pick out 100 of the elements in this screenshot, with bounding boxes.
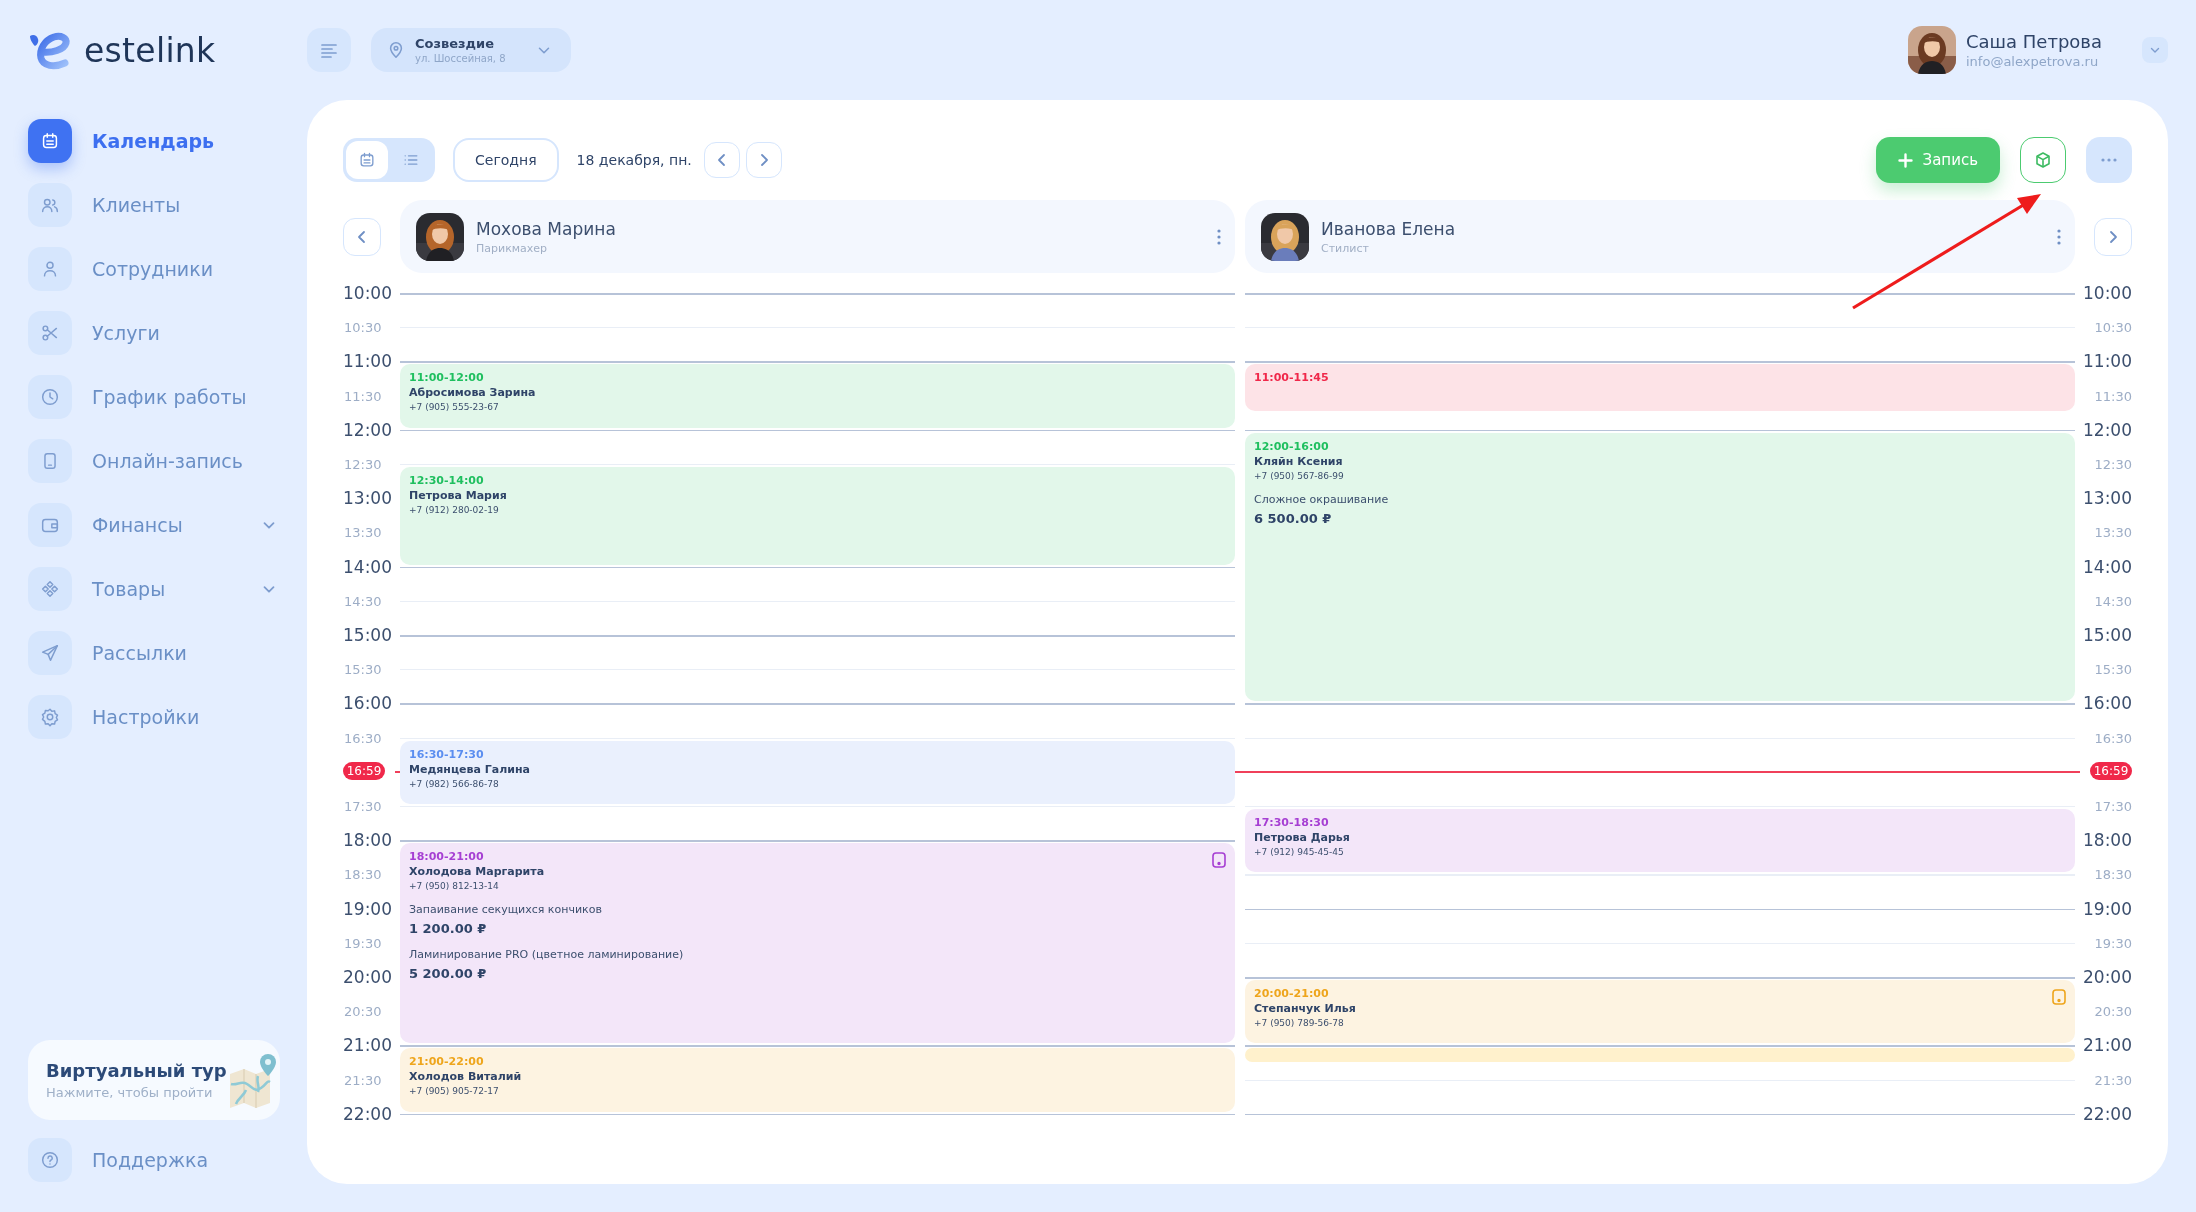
service-price: 6 500.00 ₽ <box>1254 510 1333 526</box>
time-label: 13:30 <box>343 524 383 540</box>
staff-header[interactable]: Иванова Елена Стилист <box>1245 200 2075 273</box>
client-name: Петрова Дарья <box>1254 831 1351 844</box>
time-label: 11:30 <box>343 388 383 404</box>
more-button[interactable] <box>2086 137 2132 183</box>
time-label: 18:30 <box>343 866 383 882</box>
staff-name: Мохова Марина <box>476 218 617 239</box>
next-day-button[interactable] <box>745 142 782 178</box>
appointment-time: 11:00-12:00 <box>409 371 485 385</box>
appointment-card[interactable] <box>1245 1048 2075 1063</box>
time-label: 14:30 <box>343 593 383 609</box>
client-name: Холодов Виталий <box>409 1070 523 1084</box>
time-label: 21:00 <box>2082 1035 2132 1056</box>
calendar-view-button[interactable] <box>346 141 388 179</box>
appointment-time: 17:30-18:30 <box>1254 816 1330 829</box>
kebab-menu-icon[interactable] <box>2057 228 2061 245</box>
gear-icon <box>39 706 61 728</box>
time-label: 20:30 <box>2093 1003 2132 1019</box>
cube-icon <box>2034 151 2052 169</box>
time-label: 18:00 <box>343 830 393 851</box>
staff-role: Стилист <box>1321 241 1370 255</box>
client-phone: +7 (905) 905-72-17 <box>409 1086 500 1097</box>
current-time-badge: 16:59 <box>343 761 385 780</box>
time-label: 12:00 <box>343 419 393 440</box>
time-label: 12:00 <box>2082 419 2132 440</box>
virtual-tour-card[interactable]: Виртуальный тур Нажмите, чтобы пройти <box>28 1040 280 1120</box>
time-label: 11:00 <box>2082 351 2132 372</box>
appointment-card[interactable]: 17:30-18:30 Петрова Дарья +7 (912) 945-45-45 <box>1245 809 2075 873</box>
time-label: 16:30 <box>2093 730 2132 746</box>
calendar-icon <box>357 150 377 170</box>
time-label: 18:00 <box>2082 830 2132 851</box>
service-name: Ламинирование PRO (цветное ламинирование) <box>409 948 685 962</box>
staff-name: Иванова Елена <box>1321 218 1457 239</box>
time-label: 16:00 <box>343 693 393 714</box>
send-icon <box>39 642 61 664</box>
account-menu-button[interactable] <box>2142 37 2168 63</box>
previous-staff-button[interactable] <box>343 217 381 256</box>
service-price: 1 200.00 ₽ <box>409 921 488 937</box>
time-label: 20:00 <box>343 967 393 987</box>
time-label: 17:30 <box>343 798 383 814</box>
client-phone: +7 (950) 789-56-78 <box>1254 1018 1345 1028</box>
service-price: 5 200.00 ₽ <box>409 966 488 982</box>
time-label: 14:00 <box>343 556 393 577</box>
client-phone: +7 (912) 280-02-19 <box>409 505 500 515</box>
client-phone: +7 (982) 566-86-78 <box>409 778 500 789</box>
user-name: Саша Петрова <box>1966 31 2102 52</box>
time-label: 15:30 <box>343 661 383 677</box>
appointment-time: 16:30-17:30 <box>409 747 485 761</box>
appointment-card[interactable]: 18:00-21:00 Холодова Маргарита +7 (950) 812-13-14 Запаивание секущихся кончиков 1 200.00 ₽ Ламинирование PRO (цветное ламинирование) 5 200.00 ₽ <box>400 843 1235 1044</box>
next-staff-button[interactable] <box>2094 217 2132 256</box>
appointment-card[interactable]: 12:30-14:00 Петрова Мария +7 (912) 280-02-19 <box>400 467 1235 565</box>
plus-icon <box>1897 152 1913 168</box>
time-label: 15:00 <box>2082 625 2132 645</box>
time-label: 18:30 <box>2093 866 2132 882</box>
client-name: Петрова Мария <box>409 489 508 502</box>
more-icon <box>2100 157 2118 163</box>
location-dropdown[interactable]: Созвездие ул. Шоссейная, 8 <box>371 28 571 72</box>
time-label: 11:30 <box>2093 388 2132 404</box>
clock-icon <box>39 386 61 408</box>
appointment-card[interactable]: 21:00-22:00 Холодов Виталий +7 (905) 905-72-17 <box>400 1048 1235 1112</box>
staff-header[interactable]: Мохова Марина Парикмахер <box>400 200 1235 273</box>
grid-icon <box>39 578 61 600</box>
client-phone: +7 (905) 555-23-67 <box>409 402 500 413</box>
help-icon <box>39 1149 61 1171</box>
previous-day-button[interactable] <box>703 142 740 178</box>
appointment-time: 18:00-21:00 <box>409 850 485 864</box>
client-name: Медянцева Галина <box>409 762 531 776</box>
menu-button[interactable] <box>307 28 351 72</box>
cube-button[interactable] <box>2020 137 2066 183</box>
time-label: 11:00 <box>343 351 393 372</box>
time-label: 12:30 <box>2093 456 2132 472</box>
appointment-card[interactable]: 11:00-12:00 Абросимова Зарина +7 (905) 555-23-67 <box>400 364 1235 428</box>
appointment-time: 12:00-16:00 <box>1254 439 1330 453</box>
appointment-card[interactable]: 12:00-16:00 Кляйн Ксения +7 (950) 567-86-99 Сложное окрашивание 6 500.00 ₽ <box>1245 432 2075 702</box>
kebab-menu-icon[interactable] <box>1217 228 1221 245</box>
client-phone: +7 (950) 812-13-14 <box>409 881 500 892</box>
time-label: 13:30 <box>2093 524 2132 540</box>
time-label: 20:00 <box>2082 967 2132 987</box>
time-label: 22:00 <box>343 1103 393 1124</box>
time-label: 15:00 <box>343 625 393 645</box>
client-phone: +7 (912) 945-45-45 <box>1254 847 1345 857</box>
today-button[interactable]: Сегодня <box>453 138 559 182</box>
client-name: Холодова Маргарита <box>409 865 546 879</box>
staff-role: Парикмахер <box>476 241 549 255</box>
time-label: 19:30 <box>343 935 383 951</box>
user-email: info@alexpetrova.ru <box>1966 54 2100 69</box>
time-label: 12:30 <box>343 456 383 472</box>
appointment-time: 20:00-21:00 <box>1254 987 1330 1000</box>
client-name: Кляйн Ксения <box>1254 454 1344 468</box>
time-label: 14:00 <box>2082 556 2132 577</box>
time-label: 22:00 <box>2082 1103 2132 1124</box>
current-date: 18 декабря, пн. <box>576 152 692 168</box>
time-label: 21:30 <box>343 1072 383 1088</box>
appointment-card[interactable]: 16:30-17:30 Медянцева Галина +7 (982) 566-86-78 <box>400 740 1235 804</box>
sidebar-item[interactable]: Календарь <box>28 119 280 163</box>
time-label: 16:00 <box>2082 693 2132 714</box>
appointment-time: 21:00-22:00 <box>409 1055 485 1069</box>
appointment-card[interactable]: 20:00-21:00 Степанчук Илья +7 (950) 789-56-78 <box>1245 980 2075 1044</box>
time-label: 13:00 <box>2082 488 2132 509</box>
